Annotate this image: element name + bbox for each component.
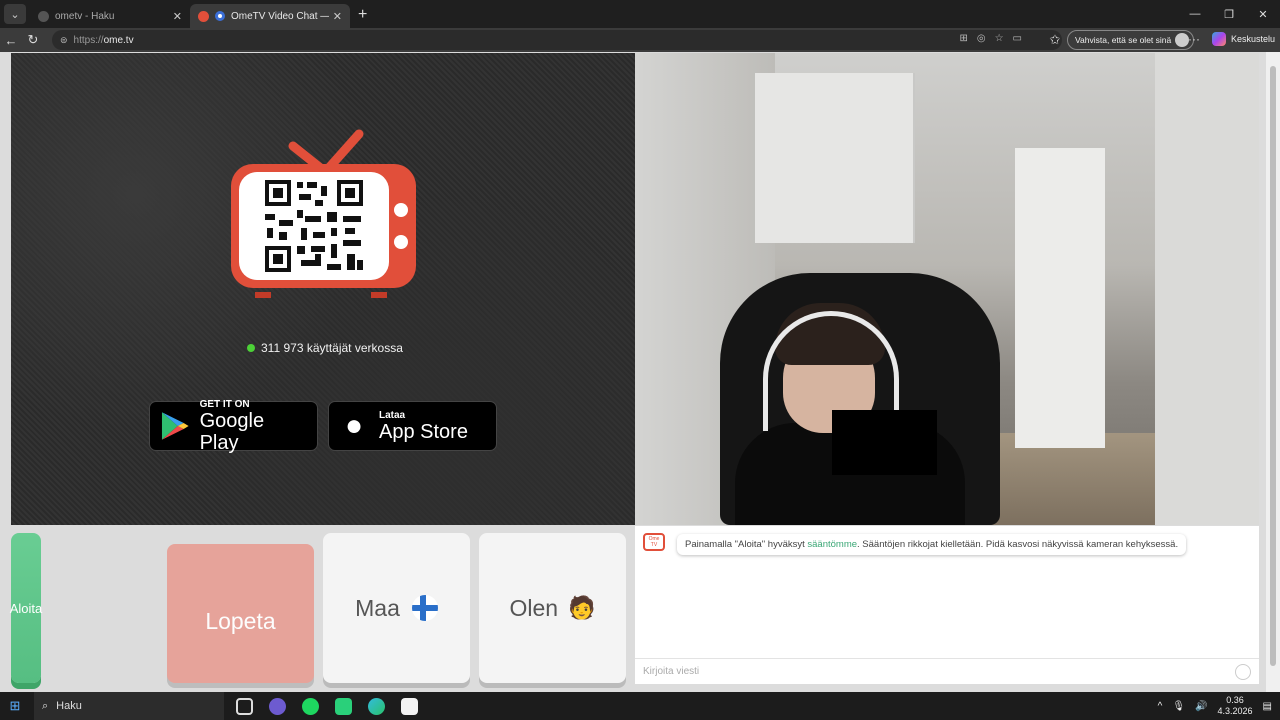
verify-profile-button[interactable]: Vahvista, että se olet sinä (1067, 30, 1195, 50)
stop-button[interactable]: Lopeta (167, 544, 314, 683)
volume-icon[interactable]: 🔊 (1195, 701, 1207, 712)
search-icon: ⌕ (42, 699, 49, 712)
discord-icon[interactable] (269, 697, 286, 715)
censor-box (832, 410, 937, 475)
search-favicon-icon (38, 10, 49, 22)
clock-time: 0.36 (1226, 695, 1244, 705)
online-status-dot (247, 344, 255, 352)
more-options-icon[interactable]: ··· (1188, 32, 1200, 46)
windows-start-icon[interactable]: ⊞ (0, 698, 30, 714)
country-button[interactable]: Maa (323, 533, 470, 683)
maximize-icon[interactable]: ❐ (1212, 0, 1246, 28)
clock[interactable]: 0.36 4.3.2026 (1218, 695, 1253, 717)
video-wall-right (1155, 53, 1259, 525)
close-tab-icon[interactable]: ✕ (333, 10, 342, 23)
recording-icon (215, 11, 225, 21)
ometv-tv-qr-icon (231, 129, 416, 298)
self-camera-video (635, 53, 1259, 525)
tab-title: OmeTV Video Chat — Omegl (231, 10, 329, 22)
new-tab-button[interactable]: + (358, 6, 367, 24)
google-play-small: GET IT ON (199, 398, 250, 410)
clock-date: 4.3.2026 (1217, 706, 1253, 716)
system-message: Painamalla "Aloita" hyväksyt sääntömme. … (677, 534, 1187, 555)
gender-button[interactable]: Olen 🧑 (479, 533, 626, 683)
google-play-icon (161, 412, 189, 440)
tab-search[interactable]: ometv - Haku ✕ (30, 4, 190, 28)
tracking-icon[interactable]: ◎ (977, 33, 986, 44)
favorites-icon[interactable]: ✩ (1044, 32, 1066, 48)
tab-list-button[interactable]: ⌄ (4, 4, 26, 24)
app-store-badge[interactable]: ● Lataa App Store (328, 401, 497, 451)
boy-emoji-icon: 🧑 (568, 595, 596, 620)
video-fridge (1015, 148, 1105, 448)
chat-message-input[interactable]: Kirjoita viesti (635, 658, 1259, 684)
emoji-picker-icon[interactable] (1235, 664, 1251, 680)
start-button[interactable]: Aloita (10, 533, 42, 683)
address-bar-icons: ⊞ ◎ ☆ ▭ (959, 33, 1022, 44)
edge-icon[interactable] (368, 697, 385, 715)
message-text-after: . Sääntöjen rikkojat kielletään. Pidä ka… (857, 539, 1179, 550)
chat-input-placeholder: Kirjoita viesti (643, 666, 700, 677)
reload-icon[interactable]: ↻ (22, 32, 44, 48)
camera-icon[interactable]: ▭ (1013, 33, 1022, 44)
notifications-icon[interactable]: ▤ (1263, 701, 1272, 712)
copilot-icon (1212, 32, 1226, 46)
online-count: 311 973 käyttäjät verkossa (261, 341, 403, 355)
rules-link[interactable]: sääntömme (807, 539, 857, 550)
tab-title: ometv - Haku (55, 10, 115, 22)
copilot-button[interactable]: Keskustelu (1212, 32, 1275, 46)
app-store-big: App Store (379, 420, 468, 443)
favorite-star-icon[interactable]: ☆ (995, 33, 1004, 44)
window-controls: — ❐ ✕ (1178, 0, 1280, 28)
ometv-favicon-icon (198, 10, 209, 22)
video-cabinet (755, 73, 915, 243)
page-scrollbar[interactable] (1266, 52, 1280, 692)
minimize-icon[interactable]: — (1178, 0, 1212, 28)
scrollbar-thumb[interactable] (1270, 66, 1276, 666)
verify-label: Vahvista, että se olet sinä (1075, 35, 1172, 45)
ometv-page: 311 973 käyttäjät verkossa GET IT ON Goo… (0, 52, 1280, 692)
google-play-big: Google Play (199, 409, 265, 454)
message-text-before: Painamalla "Aloita" hyväksyt (685, 539, 808, 550)
apple-icon: ● (344, 409, 364, 442)
site-info-icon[interactable]: ⊜ (60, 35, 68, 46)
microphone-icon[interactable]: 🎙 (1172, 701, 1185, 712)
country-label: Maa (355, 594, 400, 621)
spotify-icon[interactable] (302, 697, 319, 715)
finland-flag-icon (411, 595, 438, 621)
address-bar[interactable]: ⊜ https://ome.tv ⊞ ◎ ☆ ▭ (52, 30, 1062, 50)
google-play-badge[interactable]: GET IT ON Google Play (149, 398, 318, 454)
close-window-icon[interactable]: ✕ (1246, 0, 1280, 28)
url-text: https://ome.tv (73, 34, 134, 46)
task-view-icon[interactable] (236, 697, 253, 715)
tray-chevron-icon[interactable]: ^ (1158, 701, 1163, 712)
windows-taskbar: ⊞ ⌕ Haku ^ 🎙 🔊 0.36 4.3.2026 ▤ (0, 692, 1280, 720)
tab-strip: ⌄ ometv - Haku ✕ OmeTV Video Chat — Omeg… (0, 0, 1280, 28)
close-tab-icon[interactable]: ✕ (173, 10, 182, 23)
taskbar-apps (236, 697, 418, 715)
copilot-label: Keskustelu (1231, 34, 1276, 44)
stranger-video-area: 311 973 käyttäjät verkossa GET IT ON Goo… (11, 53, 635, 525)
back-icon[interactable]: ← (0, 33, 22, 48)
online-users-counter: 311 973 käyttäjät verkossa (247, 341, 403, 355)
search-label: Haku (56, 700, 82, 712)
app-store-small: Lataa (379, 409, 406, 421)
ometv-chat-logo-icon: Ome TV (643, 533, 665, 551)
chat-panel: Ome TV Painamalla "Aloita" hyväksyt sään… (635, 526, 1259, 684)
app-icon[interactable]: ⊞ (959, 33, 967, 44)
gender-label: Olen (509, 594, 559, 621)
notepad-icon[interactable] (401, 697, 418, 715)
tab-ometv[interactable]: OmeTV Video Chat — Omegl ✕ (190, 4, 350, 28)
browser-toolbar: ← ↻ ⊜ https://ome.tv ⊞ ◎ ☆ ▭ ✩ Vahvista,… (0, 28, 1280, 52)
taskbar-search[interactable]: ⌕ Haku (34, 692, 224, 720)
system-tray: ^ 🎙 🔊 0.36 4.3.2026 ▤ (1158, 692, 1280, 720)
app-icon[interactable] (335, 697, 352, 715)
